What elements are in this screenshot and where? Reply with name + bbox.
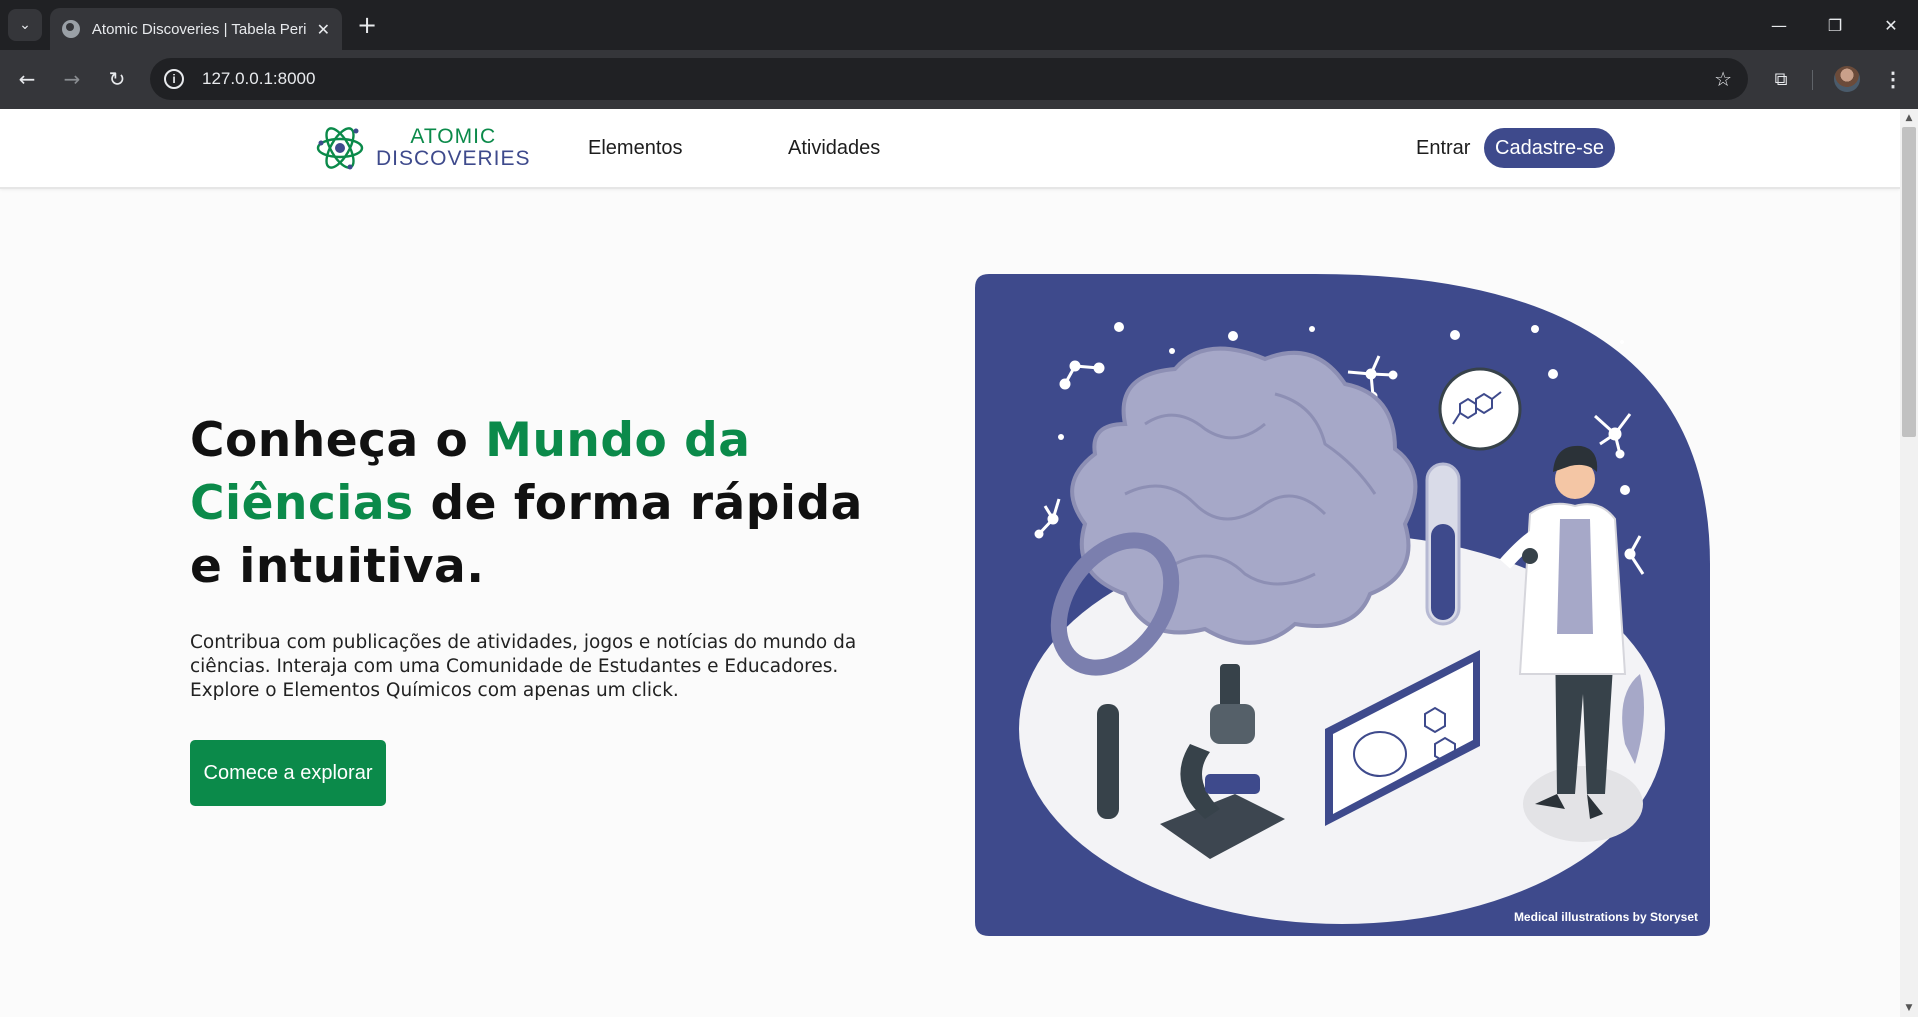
extensions-puzzle-icon[interactable]: ⧉ <box>1764 62 1798 96</box>
signup-button[interactable]: Cadastre-se <box>1484 128 1615 168</box>
hero-title-part1: Conheça o <box>190 413 486 468</box>
page-scrollbar[interactable]: ▲ ▼ <box>1900 109 1918 1017</box>
logo-text-discoveries: DISCOVERIES <box>376 147 531 170</box>
browser-menu-icon[interactable]: ⋮ <box>1880 62 1906 96</box>
science-illustration-image <box>975 274 1710 936</box>
browser-tab[interactable]: Atomic Discoveries | Tabela Peri ✕ <box>50 8 342 50</box>
site-info-icon[interactable]: i <box>164 69 184 89</box>
site-header: ATOMIC DISCOVERIES Elementos Atividades … <box>0 109 1900 189</box>
atom-logo-icon <box>316 127 364 170</box>
site-logo[interactable]: ATOMIC DISCOVERIES <box>316 123 531 173</box>
profile-avatar[interactable] <box>1834 66 1860 92</box>
illustration-credit[interactable]: Medical illustrations by Storyset <box>1514 910 1698 924</box>
logo-text-atomic: ATOMIC <box>410 125 497 148</box>
scroll-up-arrow-icon[interactable]: ▲ <box>1904 113 1914 123</box>
tab-search-chevron-icon[interactable]: ⌄ <box>8 9 42 41</box>
login-link[interactable]: Entrar <box>1416 137 1470 160</box>
close-tab-icon[interactable]: ✕ <box>317 20 330 39</box>
url-text[interactable]: 127.0.0.1:8000 <box>202 69 315 89</box>
globe-icon <box>62 20 80 38</box>
address-bar[interactable]: i 127.0.0.1:8000 ☆ <box>150 58 1748 100</box>
back-arrow-icon[interactable]: ← <box>10 62 44 96</box>
scroll-thumb[interactable] <box>1902 127 1916 437</box>
forward-arrow-icon[interactable]: → <box>55 62 89 96</box>
explore-button[interactable]: Comece a explorar <box>190 740 386 806</box>
nav-link-atividades[interactable]: Atividades <box>788 137 880 160</box>
minimize-icon[interactable]: — <box>1756 8 1802 42</box>
new-tab-plus-icon[interactable]: + <box>352 10 382 40</box>
restore-icon[interactable]: ❐ <box>1812 8 1858 42</box>
tab-title: Atomic Discoveries | Tabela Peri <box>91 20 307 38</box>
scroll-down-arrow-icon[interactable]: ▼ <box>1904 1003 1914 1013</box>
close-window-icon[interactable]: ✕ <box>1868 8 1914 42</box>
toolbar-divider <box>1812 70 1813 90</box>
hero-illustration: Medical illustrations by Storyset <box>975 274 1710 936</box>
nav-link-elementos[interactable]: Elementos <box>588 137 683 160</box>
browser-tab-bar: ⌄ Atomic Discoveries | Tabela Peri ✕ + —… <box>0 0 1918 50</box>
page-viewport: ATOMIC DISCOVERIES Elementos Atividades … <box>0 109 1900 1017</box>
browser-toolbar: ← → ↻ i 127.0.0.1:8000 ☆ ⧉ ⋮ <box>0 50 1918 109</box>
reload-icon[interactable]: ↻ <box>100 62 134 96</box>
hero-title: Conheça o Mundo da Ciências de forma ráp… <box>190 409 910 598</box>
hero-description: Contribua com publicações de atividades,… <box>190 632 857 701</box>
bookmark-star-icon[interactable]: ☆ <box>1714 67 1732 91</box>
